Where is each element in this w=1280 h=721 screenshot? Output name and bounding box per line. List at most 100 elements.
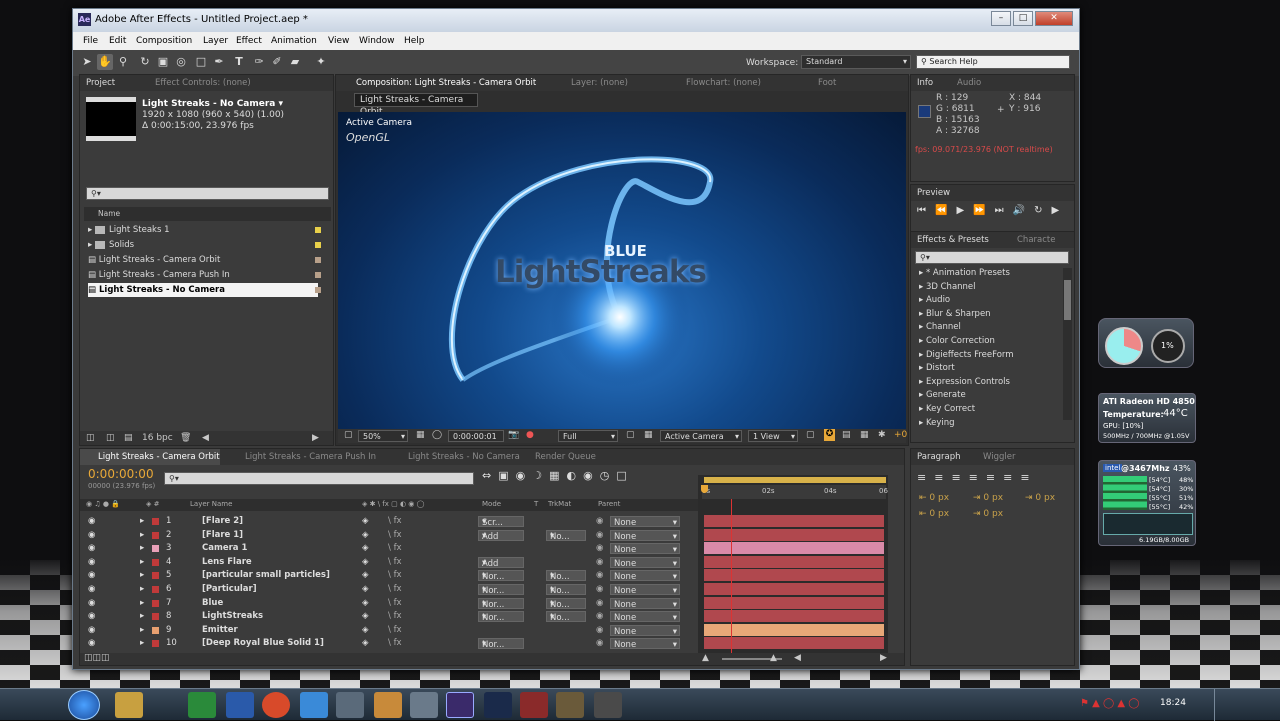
effect-category[interactable]: ▸ Keying (919, 418, 955, 428)
layer-row[interactable]: ◉ ▸ 3 Camera 1 ◈ \ fx ◉ None ▾ (80, 542, 698, 556)
layer-name[interactable]: [Flare 1] (202, 530, 243, 540)
indent-left-field[interactable]: ⇤ 0 px (919, 493, 949, 503)
column-mode[interactable]: Mode (482, 500, 501, 508)
draft-3d-switch-icon[interactable]: ◉ (516, 469, 533, 482)
eye-icon[interactable]: ◉ (88, 611, 95, 621)
trash-icon[interactable]: 🗑 (180, 433, 191, 443)
scroll-left-icon[interactable]: ◀ (794, 653, 801, 663)
space-after-field[interactable]: ⇥ 0 px (973, 509, 1003, 519)
clone-tool-icon[interactable]: ✐ (269, 54, 285, 70)
pickwhip-icon[interactable]: ◉ (596, 598, 603, 608)
fast-previews-icon[interactable]: ▢ (626, 430, 635, 440)
shy-switch-icon[interactable]: ◈ (362, 530, 369, 540)
label-color[interactable] (152, 518, 159, 525)
tab-no-camera[interactable]: Light Streaks - No Camera (408, 449, 520, 465)
play-icon[interactable]: ▶ (956, 205, 973, 216)
eye-icon[interactable]: ◉ (88, 598, 95, 608)
type-tool-icon[interactable]: T (231, 54, 247, 70)
effect-category[interactable]: ▸ Expression Controls (919, 377, 1010, 387)
taskbar-app6-icon[interactable] (594, 692, 622, 718)
region-of-interest-icon[interactable]: ▢ (344, 430, 353, 440)
effect-category[interactable]: ▸ * Animation Presets (919, 268, 1010, 278)
menu-window[interactable]: Window (359, 36, 395, 46)
label-color[interactable] (152, 586, 159, 593)
layer-row[interactable]: ◉ ▸ 6 [Particular] ◈ \ fx Nor... ▾ No... ▾ ◉ None… (80, 583, 698, 597)
menu-effect[interactable]: Effect (236, 36, 262, 46)
pickwhip-icon[interactable]: ◉ (596, 543, 603, 553)
grid-icon[interactable]: ▦ (416, 430, 425, 440)
next-frame-icon[interactable]: ⏩ (973, 205, 994, 216)
interpret-footage-icon[interactable]: ◫ (86, 433, 95, 443)
scroll-left-icon[interactable]: ◀ (202, 433, 209, 443)
comp-flowchart-icon[interactable]: ▦ (860, 430, 869, 440)
puppet-tool-icon[interactable]: ✦ (313, 54, 329, 70)
pickwhip-icon[interactable]: ◉ (596, 557, 603, 567)
search-help-input[interactable]: ⚲ Search Help (916, 55, 1070, 69)
project-item[interactable]: ▸ Light Steaks 1 (88, 223, 321, 237)
fx-switch-icon[interactable]: \ fx (388, 625, 402, 635)
prev-frame-icon[interactable]: ⏪ (935, 205, 956, 216)
close-button[interactable]: ✕ (1035, 11, 1073, 26)
trkmat-select[interactable]: No... ▾ (546, 529, 586, 542)
tab-footage[interactable]: Foot (818, 75, 836, 91)
fx-switch-icon[interactable]: \ fx (388, 584, 402, 594)
parent-select[interactable]: None ▾ (610, 529, 680, 542)
last-frame-icon[interactable]: ⏭ (995, 205, 1013, 216)
reset-exposure-icon[interactable]: ✱ (878, 430, 886, 440)
layer-name[interactable]: Emitter (202, 625, 238, 635)
tab-character[interactable]: Characte (1017, 232, 1055, 248)
fx-switch-icon[interactable]: \ fx (388, 557, 402, 567)
taskbar-utorrent-icon[interactable] (188, 692, 216, 718)
eye-icon[interactable]: ◉ (88, 570, 95, 580)
tab-project[interactable]: Project (86, 75, 115, 91)
space-before-field[interactable]: ⇤ 0 px (919, 509, 949, 519)
disclosure-triangle-icon[interactable]: ▸ (140, 557, 144, 567)
justify-right-icon[interactable]: ≡ (1003, 471, 1020, 484)
disclosure-triangle-icon[interactable]: ▸ (140, 570, 144, 580)
tab-render-queue[interactable]: Render Queue (535, 449, 596, 465)
parent-select[interactable]: None ▾ (610, 516, 680, 528)
project-item[interactable]: ▤ Light Streaks - Camera Push In (88, 268, 321, 282)
scroll-right-icon[interactable]: ▶ (880, 653, 887, 663)
new-comp-icon[interactable]: ▤ (124, 433, 133, 443)
trkmat-select[interactable]: No... ▾ (546, 597, 586, 610)
brush-tool-icon[interactable]: ✑ (251, 54, 267, 70)
fx-switch-icon[interactable]: \ fx (388, 638, 402, 648)
current-time-indicator[interactable] (731, 499, 732, 653)
mode-select[interactable]: Scr... ▾ (478, 516, 524, 528)
indent-right-field[interactable]: ⇥ 0 px (1025, 493, 1055, 503)
layer-row[interactable]: ◉ ▸ 7 Blue ◈ \ fx Nor... ▾ No... ▾ ◉ None ▾ (80, 597, 698, 611)
new-folder-icon[interactable]: ◫ (106, 433, 115, 443)
bit-depth-label[interactable]: 16 bpc (142, 433, 173, 443)
layer-name[interactable]: Blue (202, 598, 223, 608)
pickwhip-icon[interactable]: ◉ (596, 530, 603, 540)
layer-name[interactable]: [Flare 2] (202, 516, 243, 526)
effect-category[interactable]: ▸ Audio (919, 295, 950, 305)
label-color[interactable] (152, 531, 159, 539)
zoom-out-icon[interactable]: ▲ (702, 653, 709, 663)
snapshot-icon[interactable]: 📷 (508, 430, 519, 440)
shy-switch-icon[interactable]: ◈ (362, 516, 369, 526)
mode-select[interactable]: Nor... ▾ (478, 638, 524, 650)
eye-icon[interactable]: ◉ (88, 516, 95, 526)
work-area-bar[interactable] (704, 477, 886, 483)
pan-behind-tool-icon[interactable]: ◎ (173, 54, 189, 70)
first-frame-icon[interactable]: ⏮ (917, 205, 935, 216)
eye-icon[interactable]: ◉ (88, 625, 95, 635)
fx-switch-icon[interactable]: \ fx (388, 598, 402, 608)
zoom-select[interactable]: 50% ▾ (358, 430, 408, 442)
taskbar-word-icon[interactable] (226, 692, 254, 718)
effect-category[interactable]: ▸ Digieffects FreeForm (919, 350, 1014, 360)
tab-effect-controls[interactable]: Effect Controls: (none) (155, 75, 251, 91)
label-color[interactable] (152, 599, 159, 607)
project-item-selected[interactable]: ▤ Light Streaks - No Camera (88, 283, 321, 297)
resolution-select[interactable]: Full ▾ (558, 430, 618, 442)
mask-tool-icon[interactable]: □ (193, 54, 209, 70)
menu-view[interactable]: View (328, 36, 349, 46)
fx-switch-icon[interactable]: \ fx (388, 611, 402, 621)
layer-row[interactable]: ◉ ▸ 5 [particular small particles] ◈ \ fx Nor.… (80, 569, 698, 583)
mode-select[interactable]: Nor... ▾ (478, 611, 524, 623)
layer-name[interactable]: LightStreaks (202, 611, 263, 621)
tab-info[interactable]: Info (917, 75, 933, 91)
layer-name[interactable]: [particular small particles] (202, 570, 330, 580)
